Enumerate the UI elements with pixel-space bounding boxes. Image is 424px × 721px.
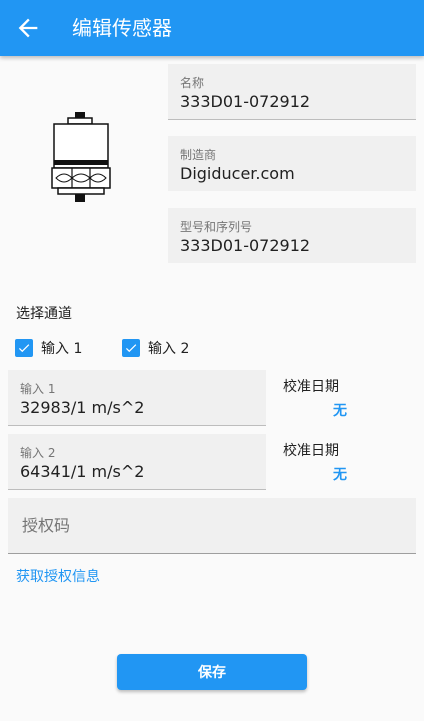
channel-2-checkbox[interactable]: 输入 2: [122, 338, 189, 358]
channel-2-label: 输入 2: [148, 341, 190, 357]
manufacturer-value: Digiducer.com: [180, 164, 295, 183]
input-1-calibration-value[interactable]: 无: [333, 400, 347, 420]
authorization-code-input[interactable]: [20, 512, 404, 538]
save-button[interactable]: 保存: [117, 654, 307, 690]
arrow-left-icon[interactable]: [14, 14, 42, 42]
name-field[interactable]: 名称 333D01-072912: [168, 64, 416, 120]
get-authorization-info-link[interactable]: 获取授权信息: [16, 566, 100, 586]
input-2-sensitivity-field[interactable]: 输入 2 64341/1 m/s^2: [8, 434, 266, 490]
manufacturer-field: 制造商 Digiducer.com: [168, 136, 416, 191]
checkbox-checked-icon[interactable]: [15, 339, 33, 357]
channel-1-label: 输入 1: [41, 341, 83, 357]
page-title: 编辑传感器: [72, 16, 172, 40]
model-serial-field: 型号和序列号 333D01-072912: [168, 208, 416, 263]
input-2-calibration-value[interactable]: 无: [333, 464, 347, 484]
input-2-value: 64341/1 m/s^2: [20, 462, 145, 481]
model-serial-value: 333D01-072912: [180, 236, 311, 255]
input-1-value: 32983/1 m/s^2: [20, 398, 145, 417]
channel-1-checkbox[interactable]: 输入 1: [15, 338, 82, 358]
authorization-code-field[interactable]: [8, 498, 416, 554]
app-bar: 编辑传感器: [0, 0, 424, 56]
name-label: 名称: [180, 76, 205, 90]
manufacturer-label: 制造商: [180, 148, 217, 162]
input-1-sensitivity-field[interactable]: 输入 1 32983/1 m/s^2: [8, 370, 266, 426]
input-1-label: 输入 1: [20, 382, 56, 396]
sensor-icon: [46, 110, 116, 210]
checkbox-checked-icon[interactable]: [122, 339, 140, 357]
input-2-label: 输入 2: [20, 446, 56, 460]
channel-select-label: 选择通道: [16, 306, 72, 322]
input-1-calibration-label: 校准日期: [283, 379, 339, 395]
model-serial-label: 型号和序列号: [180, 220, 253, 234]
name-value: 333D01-072912: [180, 92, 311, 111]
input-2-calibration-label: 校准日期: [283, 443, 339, 459]
